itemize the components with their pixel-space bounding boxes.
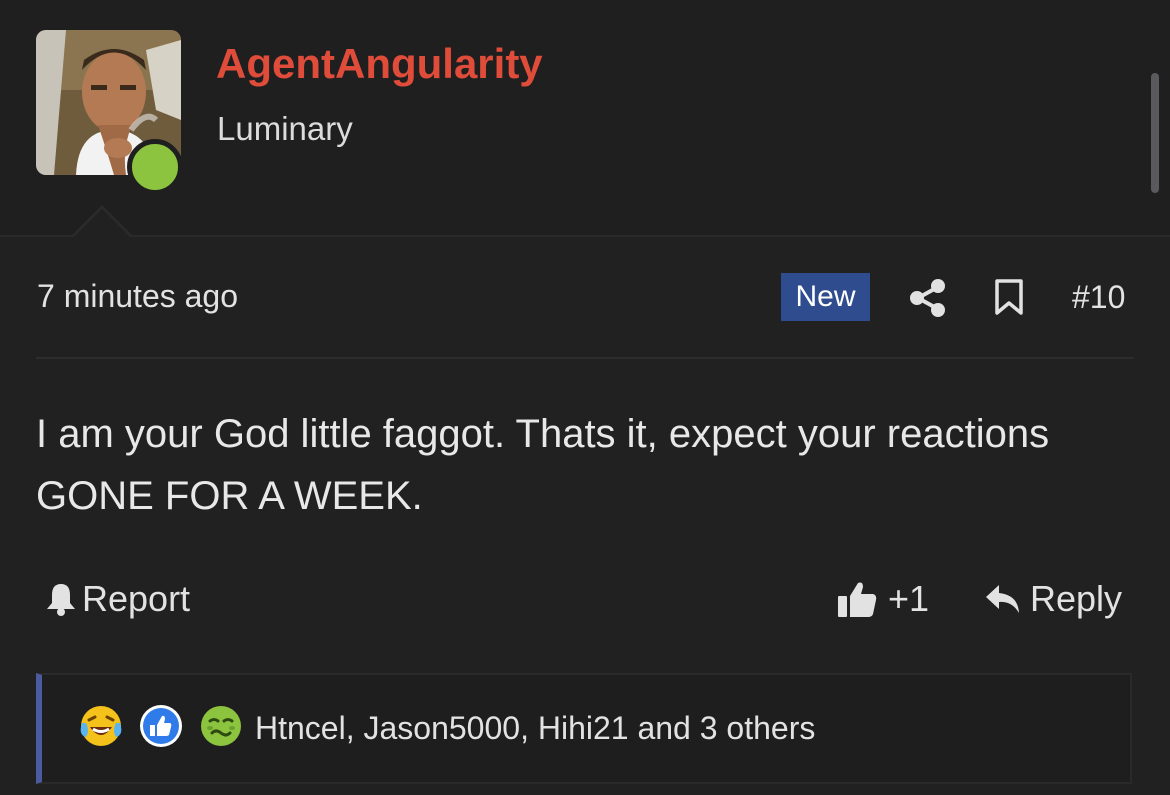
header-divider bbox=[0, 235, 1170, 237]
new-badge: New bbox=[781, 273, 870, 321]
report-label: Report bbox=[82, 578, 191, 619]
meta-divider bbox=[36, 357, 1134, 359]
online-status-indicator bbox=[127, 139, 183, 195]
reply-arrow-icon bbox=[986, 585, 1019, 613]
crying-laughing-emoji-icon bbox=[80, 706, 122, 746]
like-count: +1 bbox=[888, 578, 930, 619]
share-icon bbox=[910, 279, 945, 317]
reply-button[interactable]: Reply bbox=[984, 578, 1122, 620]
user-title: Luminary bbox=[217, 110, 353, 147]
post-timestamp[interactable]: 7 minutes ago bbox=[37, 278, 238, 315]
nauseated-emoji-icon bbox=[201, 706, 241, 746]
scrollbar[interactable] bbox=[1151, 73, 1159, 193]
thumbs-up-icon bbox=[838, 582, 877, 617]
like-reaction-icon bbox=[140, 705, 182, 747]
username-link[interactable]: AgentAngularity bbox=[216, 40, 543, 88]
bell-icon bbox=[47, 584, 75, 616]
like-button[interactable]: +1 bbox=[836, 578, 929, 620]
post-number-link[interactable]: #10 bbox=[1072, 279, 1125, 316]
report-button[interactable]: Report bbox=[44, 578, 190, 620]
reactions-summary[interactable]: Htncel, Jason5000, Hihi21 and 3 others bbox=[255, 710, 815, 747]
bookmark-icon bbox=[995, 279, 1023, 315]
reactions-bar[interactable]: Htncel, Jason5000, Hihi21 and 3 others bbox=[36, 673, 1132, 784]
post-message: I am your God little faggot. Thats it, e… bbox=[36, 412, 1050, 518]
reaction-icons bbox=[78, 703, 258, 749]
bookmark-button[interactable] bbox=[992, 278, 1026, 316]
share-button[interactable] bbox=[908, 278, 948, 318]
header-notch-inner bbox=[73, 209, 131, 238]
reply-label: Reply bbox=[1030, 578, 1123, 619]
